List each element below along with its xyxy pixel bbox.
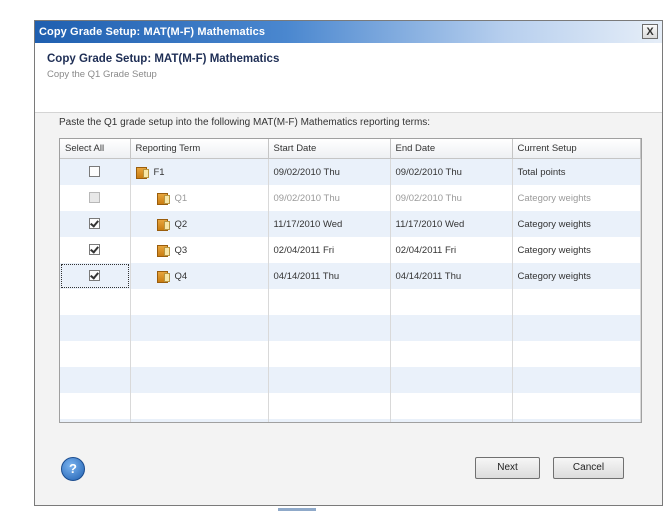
end-date-cell: 09/02/2010 Thu [390, 158, 513, 185]
table-row[interactable]: Q2 11/17/2010 Wed 11/17/2010 Wed Categor… [60, 211, 641, 237]
select-cell[interactable] [60, 158, 131, 185]
copy-grade-setup-dialog: Copy Grade Setup: MAT(M-F) Mathematics X… [34, 20, 663, 506]
term-name: Q3 [174, 244, 188, 256]
column-header-current-setup[interactable]: Current Setup [512, 139, 641, 159]
folder-icon [156, 218, 170, 231]
next-button[interactable]: Next [475, 457, 540, 479]
start-date-cell: 02/04/2011 Fri [268, 237, 391, 263]
help-button[interactable]: ? [61, 457, 85, 481]
start-date-cell: 11/17/2010 Wed [268, 211, 391, 237]
select-cell[interactable] [60, 263, 131, 289]
select-cell[interactable] [60, 237, 131, 263]
end-date-cell: 02/04/2011 Fri [390, 237, 513, 263]
header-subtitle: Copy the Q1 Grade Setup [47, 69, 157, 80]
folder-icon [135, 166, 149, 179]
title-bar[interactable]: Copy Grade Setup: MAT(M-F) Mathematics X [35, 21, 662, 43]
term-name: Q1 [174, 192, 188, 204]
select-cell[interactable] [60, 211, 131, 237]
empty-row [60, 419, 641, 422]
term-cell: Q4 [130, 263, 269, 289]
start-date-cell: 09/02/2010 Thu [268, 158, 391, 185]
end-date-cell: 04/14/2011 Thu [390, 263, 513, 289]
empty-row [60, 289, 641, 315]
bottom-strip [34, 506, 663, 514]
folder-icon [156, 192, 170, 205]
current-setup-cell: Category weights [512, 237, 641, 263]
select-cell [60, 185, 131, 211]
select-checkbox-q4[interactable] [88, 270, 100, 282]
instruction-text: Paste the Q1 grade setup into the follow… [59, 117, 431, 128]
reporting-terms-grid: Select All Reporting Term Start Date End… [59, 138, 642, 423]
empty-row [60, 393, 641, 419]
current-setup-cell: Category weights [512, 211, 641, 237]
column-header-select-all[interactable]: Select All [60, 139, 131, 159]
current-setup-cell: Total points [512, 158, 641, 185]
column-header-end-date[interactable]: End Date [390, 139, 513, 159]
column-header-start-date[interactable]: Start Date [268, 139, 391, 159]
select-checkbox-q2[interactable] [88, 218, 100, 230]
term-cell: F1 [130, 158, 269, 185]
reporting-terms-table: Select All Reporting Term Start Date End… [60, 139, 641, 422]
window-title: Copy Grade Setup: MAT(M-F) Mathematics [39, 26, 266, 38]
column-header-reporting-term[interactable]: Reporting Term [130, 139, 269, 159]
help-icon: ? [69, 461, 77, 476]
table-row[interactable]: F1 09/02/2010 Thu 09/02/2010 Thu Total p… [60, 158, 641, 185]
select-checkbox-q1 [88, 192, 100, 204]
empty-row [60, 341, 641, 367]
table-row[interactable]: Q4 04/14/2011 Thu 04/14/2011 Thu Categor… [60, 263, 641, 289]
term-name: Q4 [174, 270, 188, 282]
term-cell: Q1 [130, 185, 269, 211]
current-setup-cell: Category weights [512, 185, 641, 211]
folder-icon [156, 244, 170, 257]
empty-row [60, 367, 641, 393]
screen: Copy Grade Setup: MAT(M-F) Mathematics X… [0, 0, 671, 514]
end-date-cell: 09/02/2010 Thu [390, 185, 513, 211]
select-checkbox-q3[interactable] [88, 244, 100, 256]
empty-row [60, 315, 641, 341]
select-checkbox-f1[interactable] [88, 166, 100, 178]
cancel-button[interactable]: Cancel [553, 457, 624, 479]
folder-icon [156, 270, 170, 283]
end-date-cell: 11/17/2010 Wed [390, 211, 513, 237]
term-cell: Q3 [130, 237, 269, 263]
term-name: F1 [153, 166, 165, 178]
current-setup-cell: Category weights [512, 263, 641, 289]
table-header-row: Select All Reporting Term Start Date End… [60, 139, 641, 159]
header-panel: Copy Grade Setup: MAT(M-F) Mathematics C… [35, 43, 662, 113]
start-date-cell: 09/02/2010 Thu [268, 185, 391, 211]
close-icon: X [646, 26, 654, 38]
table-row[interactable]: Q3 02/04/2011 Fri 02/04/2011 Fri Categor… [60, 237, 641, 263]
table-row: Q1 09/02/2010 Thu 09/02/2010 Thu Categor… [60, 185, 641, 211]
header-title: Copy Grade Setup: MAT(M-F) Mathematics [47, 53, 280, 65]
close-button[interactable]: X [642, 24, 658, 39]
taskbar-fragment [278, 508, 316, 511]
term-name: Q2 [174, 218, 188, 230]
start-date-cell: 04/14/2011 Thu [268, 263, 391, 289]
term-cell: Q2 [130, 211, 269, 237]
